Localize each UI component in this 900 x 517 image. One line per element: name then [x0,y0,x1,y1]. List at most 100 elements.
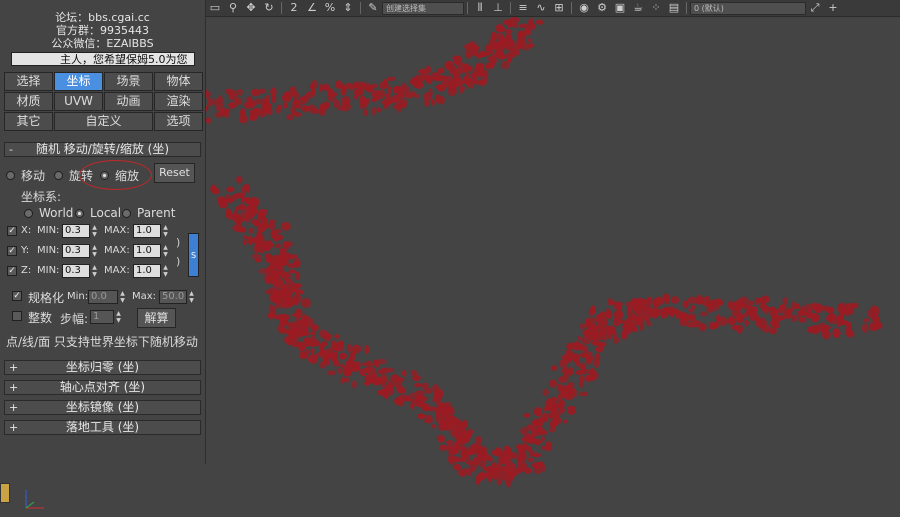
petal [224,113,230,118]
petal [283,91,290,100]
x-checkbox[interactable]: ✓ [7,226,17,236]
tab-uvw[interactable]: UVW [54,92,103,111]
spinner-arrows-icon[interactable]: ▲ ▼ [161,224,170,238]
normalize-max-spinner[interactable]: 50.0 ▲ ▼ [159,290,196,304]
snap-2-icon[interactable]: 2 [285,1,303,15]
radio-scale[interactable]: 缩放 [100,167,139,184]
petal [286,114,294,121]
petal [579,352,588,358]
petal [507,450,512,457]
z-max-spinner[interactable]: 1.0 ▲ ▼ [133,264,170,278]
petal [523,413,531,418]
min-label: MIN: [37,245,60,256]
petal [301,298,311,308]
link-icon[interactable]: ⚲ [224,1,242,15]
normalize-min-spinner[interactable]: 0.0 ▲ ▼ [88,290,127,304]
angle-snap-icon[interactable]: ∠ [303,1,321,15]
particle-icon[interactable]: ⁘ [647,1,665,15]
scale-icon[interactable]: ⤢ [806,1,824,15]
petal [259,208,268,216]
spinner-arrows-icon[interactable]: ▲ ▼ [90,264,99,278]
tab-object[interactable]: 物体 [154,72,203,91]
render-setup-icon[interactable]: ⚙ [593,1,611,15]
step-spinner[interactable]: 1 ▲ ▼ [90,310,123,324]
add-icon[interactable]: + [824,1,842,15]
petal [450,65,457,73]
integer-checkbox[interactable] [12,311,22,321]
x-min-spinner[interactable]: 0.3 ▲ ▼ [62,224,99,238]
radio-local[interactable]: Local [75,206,121,220]
x-max-spinner[interactable]: 1.0 ▲ ▼ [133,224,170,238]
window-icon[interactable]: ▭ [206,1,224,15]
tab-coordinates[interactable]: 坐标 [54,72,103,91]
radio-rotate[interactable]: 旋转 [54,167,93,184]
spinner-arrows-icon[interactable]: ▲ ▼ [118,290,127,304]
petal [526,424,534,431]
material-editor-icon[interactable]: ◉ [575,1,593,15]
spinner-arrows-icon[interactable]: ▲ ▼ [161,244,170,258]
layer-icon[interactable]: ≡ [514,1,532,15]
tab-custom[interactable]: 自定义 [54,112,153,131]
move-icon[interactable]: ✥ [242,1,260,15]
radio-move[interactable]: 移动 [6,167,45,184]
z-min-spinner[interactable]: 0.3 ▲ ▼ [62,264,99,278]
petal [488,59,495,69]
rollout-pivot-align[interactable]: + 轴心点对齐 (坐) [4,380,201,395]
teapot-icon[interactable]: ☕ [629,1,647,15]
rollout-random-transform[interactable]: - 随机 移动/旋转/缩放 (坐) [4,142,201,157]
petal [288,269,296,274]
y-checkbox[interactable]: ✓ [7,246,17,256]
tab-other[interactable]: 其它 [4,112,53,131]
uniform-scale-toggle[interactable]: S [188,233,199,277]
spinner-arrows-icon[interactable]: ▲ ▼ [187,290,196,304]
viewport-menu-icon[interactable] [0,483,10,503]
petal [542,388,549,396]
schematic-icon[interactable]: ⊞ [550,1,568,15]
selection-set-dropdown[interactable]: 创建选择集 [382,1,464,15]
normalize-checkbox[interactable]: ✓ [12,291,22,301]
spinner-arrows-icon[interactable]: ▲ ▼ [90,244,99,258]
render-frame-icon[interactable]: ▣ [611,1,629,15]
percent-snap-icon[interactable]: % [321,1,339,15]
solve-button[interactable]: 解算 [137,308,176,328]
tab-animation[interactable]: 动画 [104,92,153,111]
render-icon[interactable]: ▤ [665,1,683,15]
spinner-arrows-icon[interactable]: ▲ ▼ [90,224,99,238]
align-icon[interactable]: ⊥ [489,1,507,15]
reset-button[interactable]: Reset [154,163,195,183]
edit-named-selection-icon[interactable]: ✎ [364,1,382,15]
rollout-reset-coords[interactable]: + 坐标归零 (坐) [4,360,201,375]
petal [775,307,784,314]
petal [784,309,792,320]
petal [509,473,514,482]
mirror-icon[interactable]: ⫴ [471,1,489,15]
z-checkbox[interactable]: ✓ [7,266,17,276]
radio-parent[interactable]: Parent [122,206,175,220]
petal [293,112,302,117]
petal [846,308,851,313]
y-max-spinner[interactable]: 1.0 ▲ ▼ [133,244,170,258]
rotate-icon[interactable]: ↻ [260,1,278,15]
rollout-drop-tool[interactable]: + 落地工具 (坐) [4,420,201,435]
tab-select[interactable]: 选择 [4,72,53,91]
spinner-snap-icon[interactable]: ⇕ [339,1,357,15]
petal [825,306,835,314]
radio-label: 缩放 [115,169,140,183]
radio-world[interactable]: World [24,206,73,220]
layer-dropdown[interactable]: 0 (默认) [690,1,806,15]
spinner-arrows-icon[interactable]: ▲ ▼ [161,264,170,278]
tab-material[interactable]: 材质 [4,92,53,111]
perspective-viewport[interactable] [206,17,900,517]
tab-options[interactable]: 选项 [154,112,203,131]
rollout-coord-mirror[interactable]: + 坐标镜像 (坐) [4,400,201,415]
petal [481,448,487,456]
petal [844,322,850,328]
tab-scene[interactable]: 场景 [104,72,153,91]
petal [290,322,300,330]
spinner-arrows-icon[interactable]: ▲ ▼ [114,310,123,324]
collapse-icon: - [9,143,13,156]
tab-render[interactable]: 渲染 [154,92,203,111]
petal [235,205,244,211]
curve-editor-icon[interactable]: ∿ [532,1,550,15]
y-min-spinner[interactable]: 0.3 ▲ ▼ [62,244,99,258]
